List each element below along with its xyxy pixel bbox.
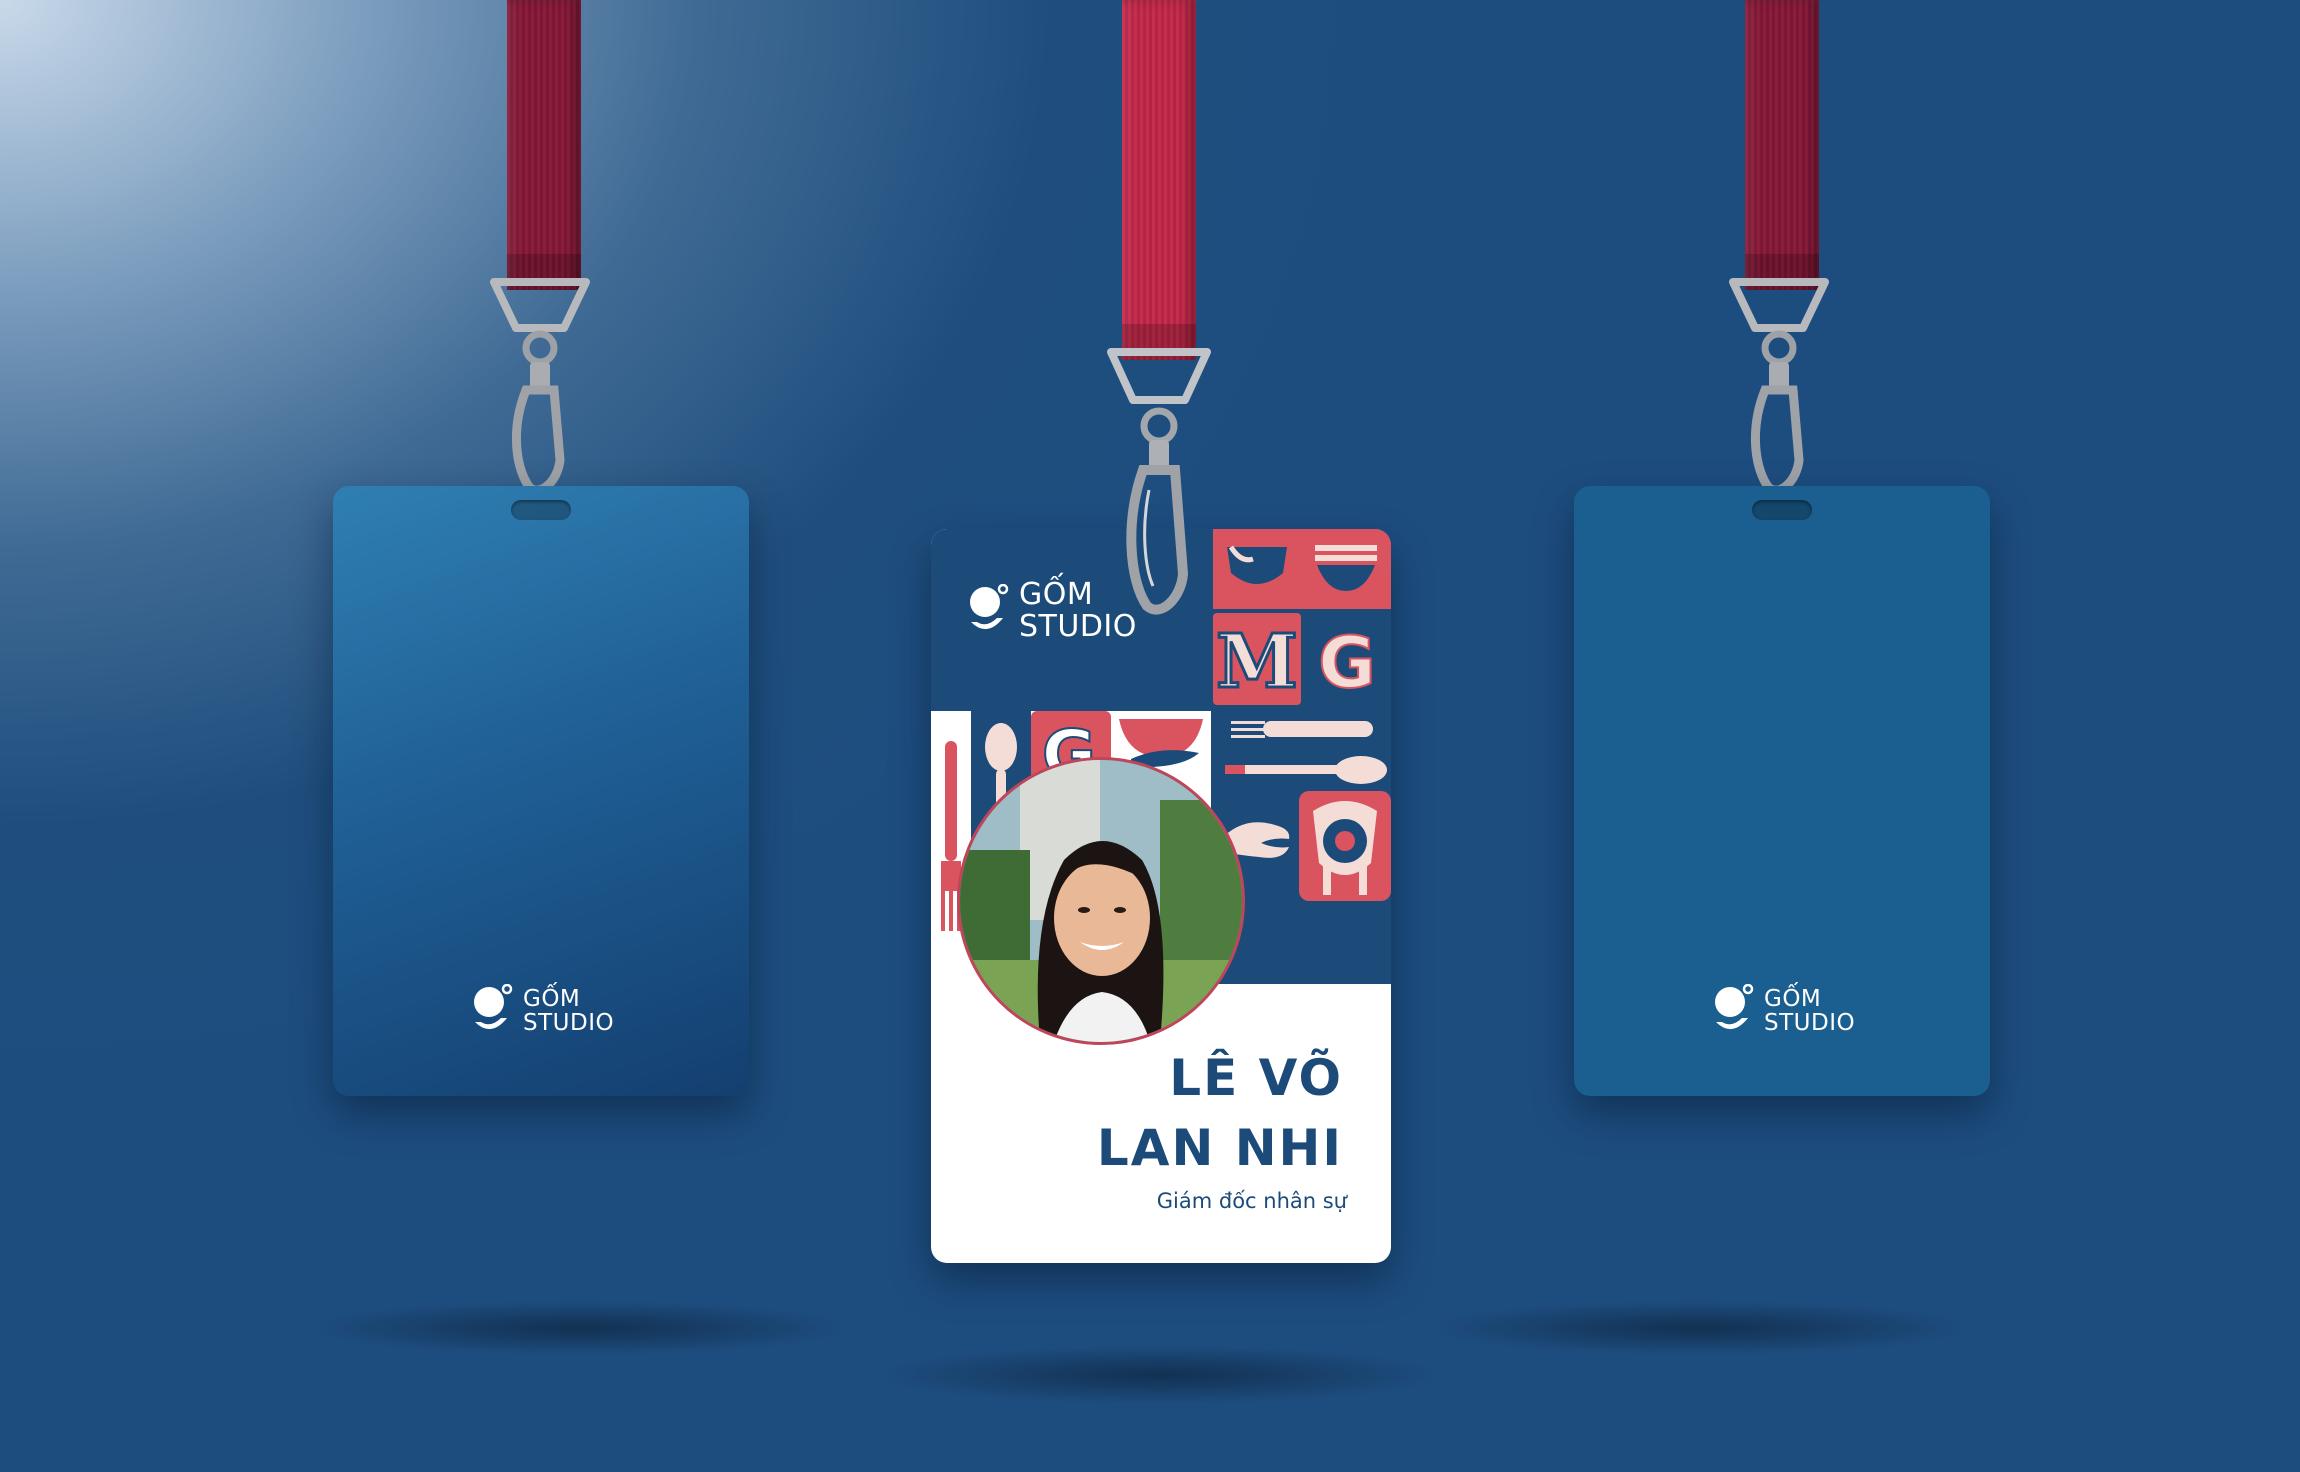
- logo-line-1: GỐM: [523, 985, 581, 1012]
- fork-icon: [1213, 709, 1391, 749]
- bowl-icon: [1301, 529, 1391, 609]
- left-card-shadow: [300, 1300, 860, 1356]
- employee-name-line-1: LÊ VÕ: [1169, 1049, 1343, 1107]
- letter-tile: G: [1301, 613, 1391, 705]
- card-slot: [1752, 500, 1812, 520]
- center-clip-icon: [1107, 348, 1211, 615]
- center-id-badge: GỐM STUDIO M G G LÊ VÕ LAN NHI Giám đốc …: [931, 529, 1391, 1263]
- svg-text:G: G: [1318, 622, 1375, 704]
- left-card-logo: GỐM STUDIO: [471, 984, 614, 1038]
- left-lanyard-strap: [507, 0, 581, 290]
- center-card-shadow: [870, 1345, 1450, 1405]
- right-clip-icon: [1729, 278, 1829, 495]
- left-badge-card-back: GỐM STUDIO: [333, 486, 749, 1096]
- gom-logo-icon: [1715, 984, 1754, 1030]
- right-card-shadow: [1420, 1300, 1980, 1356]
- letter-tile: M: [1213, 613, 1301, 705]
- right-lanyard-strap: [1745, 0, 1819, 290]
- bowl-icon: [1299, 791, 1391, 901]
- employee-name-line-2: LAN NHI: [1096, 1119, 1343, 1177]
- left-clip-icon: [490, 278, 590, 495]
- bowl-icon: [1213, 529, 1301, 609]
- gom-logo-icon: [970, 583, 1009, 629]
- right-card-logo: GỐM STUDIO: [1712, 984, 1855, 1038]
- right-badge-card-back: GỐM STUDIO: [1574, 486, 1990, 1096]
- logo-line-1: GỐM: [1764, 985, 1822, 1012]
- svg-text:M: M: [1216, 619, 1298, 705]
- logo-line-2: STUDIO: [523, 1010, 615, 1036]
- employee-role: Giám đốc nhân sự: [1156, 1189, 1347, 1213]
- employee-photo: [957, 757, 1245, 1045]
- center-lanyard-strap: [1122, 0, 1196, 360]
- spoon-icon: [1213, 749, 1391, 791]
- logo-line-2: STUDIO: [1764, 1010, 1856, 1036]
- card-slot: [511, 500, 571, 520]
- gom-logo-icon: [474, 984, 513, 1030]
